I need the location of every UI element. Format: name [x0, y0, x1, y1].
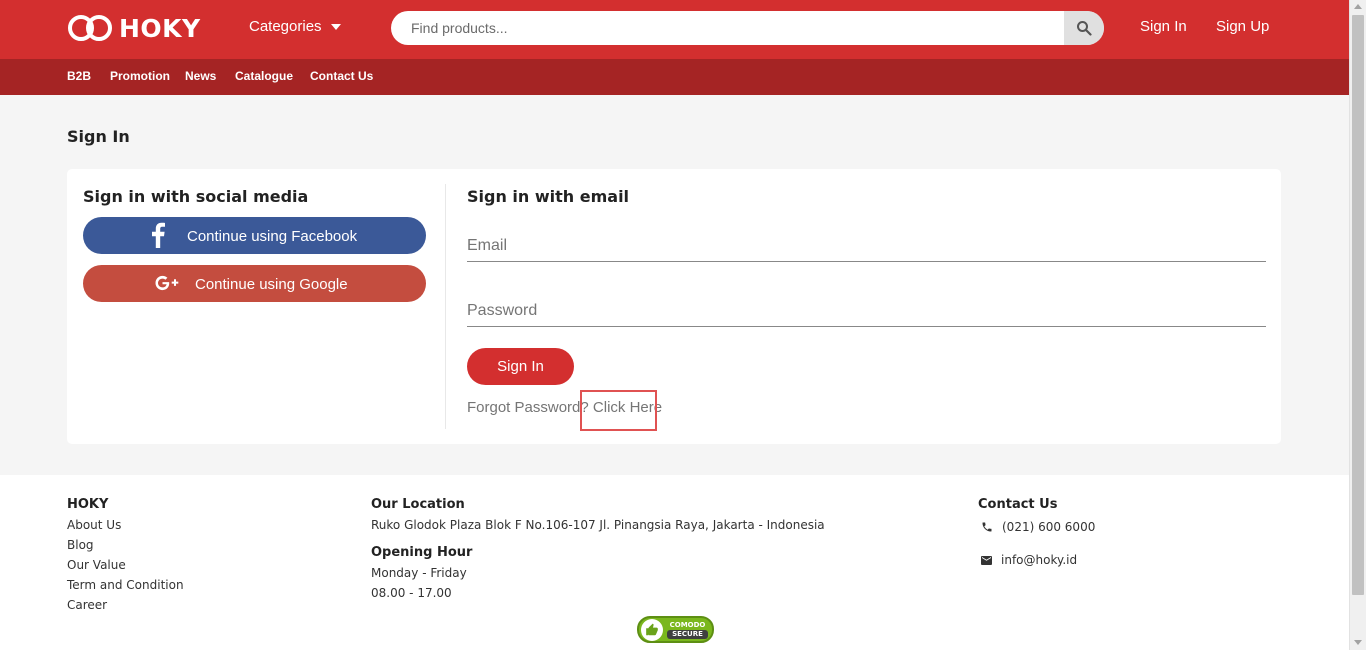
sign-in-button[interactable]: Sign In: [467, 348, 574, 385]
logo-text: HOKY: [119, 13, 201, 43]
logo-mark-icon: [67, 13, 115, 43]
sign-up-link[interactable]: Sign Up: [1216, 18, 1269, 35]
footer: HOKY About Us Blog Our Value Term and Co…: [0, 475, 1349, 650]
sub-navigation: B2B Promotion News Catalogue Contact Us: [0, 59, 1349, 95]
password-input[interactable]: [467, 297, 1266, 325]
forgot-password-text: Forgot Password?: [467, 399, 589, 416]
categories-dropdown[interactable]: Categories: [249, 18, 341, 35]
search-bar: [391, 11, 1104, 45]
footer-email[interactable]: info@hoky.id: [981, 553, 1077, 567]
nav-b2b[interactable]: B2B: [67, 69, 91, 83]
search-input[interactable]: [391, 11, 1064, 45]
phone-icon: [982, 522, 992, 532]
google-button-label: Continue using Google: [195, 276, 348, 293]
footer-link-blog[interactable]: Blog: [67, 538, 94, 552]
social-heading: Sign in with social media: [83, 187, 309, 206]
caret-down-icon: [330, 23, 341, 30]
thumbs-up-icon: [641, 618, 663, 641]
google-plus-icon: [155, 275, 181, 295]
footer-link-career[interactable]: Career: [67, 598, 107, 612]
scroll-up-arrow-icon[interactable]: [1354, 4, 1362, 9]
footer-link-about-us[interactable]: About Us: [67, 518, 121, 532]
mail-icon: [981, 555, 992, 565]
column-divider: [445, 184, 446, 429]
footer-hours-title: Opening Hour: [371, 545, 473, 560]
footer-contact-title: Contact Us: [978, 497, 1058, 512]
nav-contact-us[interactable]: Contact Us: [310, 69, 373, 83]
footer-location-title: Our Location: [371, 497, 465, 512]
page-title: Sign In: [67, 127, 130, 146]
top-header: HOKY Categories Sign In Sign Up: [0, 0, 1349, 59]
facebook-icon: [151, 222, 165, 252]
email-input[interactable]: [467, 232, 1266, 260]
search-button[interactable]: [1064, 11, 1104, 45]
footer-link-our-value[interactable]: Our Value: [67, 558, 126, 572]
nav-catalogue[interactable]: Catalogue: [235, 69, 293, 83]
footer-link-terms[interactable]: Term and Condition: [67, 578, 184, 592]
footer-address: Ruko Glodok Plaza Blok F No.106-107 Jl. …: [371, 518, 825, 532]
email-address: info@hoky.id: [1001, 553, 1078, 567]
phone-number: (021) 600 6000: [1002, 520, 1096, 534]
sign-in-link[interactable]: Sign In: [1140, 18, 1187, 35]
page-scrollbar[interactable]: [1349, 0, 1366, 650]
comodo-badge-line1: COMODO: [669, 620, 706, 629]
nav-promotion[interactable]: Promotion: [110, 69, 170, 83]
facebook-login-button[interactable]: Continue using Facebook: [83, 217, 426, 254]
categories-label: Categories: [249, 18, 322, 35]
sign-in-card: Sign in with social media Continue using…: [67, 169, 1281, 444]
footer-days: Monday - Friday: [371, 566, 467, 580]
comodo-badge-text: COMODO SECURE: [663, 621, 712, 639]
facebook-button-label: Continue using Facebook: [187, 228, 358, 245]
footer-hoky-title: HOKY: [67, 497, 109, 512]
highlight-box: [580, 390, 657, 431]
password-field: [467, 297, 1266, 327]
comodo-badge-line2: SECURE: [667, 629, 708, 639]
footer-phone[interactable]: (021) 600 6000: [981, 520, 1095, 534]
scroll-down-arrow-icon[interactable]: [1354, 640, 1362, 645]
nav-news[interactable]: News: [185, 69, 216, 83]
google-login-button[interactable]: Continue using Google: [83, 265, 426, 302]
footer-hours: 08.00 - 17.00: [371, 586, 452, 600]
hoky-logo[interactable]: HOKY: [67, 12, 201, 44]
email-heading: Sign in with email: [467, 187, 630, 206]
email-field: [467, 232, 1266, 262]
comodo-secure-badge[interactable]: COMODO SECURE: [637, 616, 714, 643]
search-icon: [1077, 21, 1092, 36]
scroll-thumb[interactable]: [1352, 15, 1364, 595]
